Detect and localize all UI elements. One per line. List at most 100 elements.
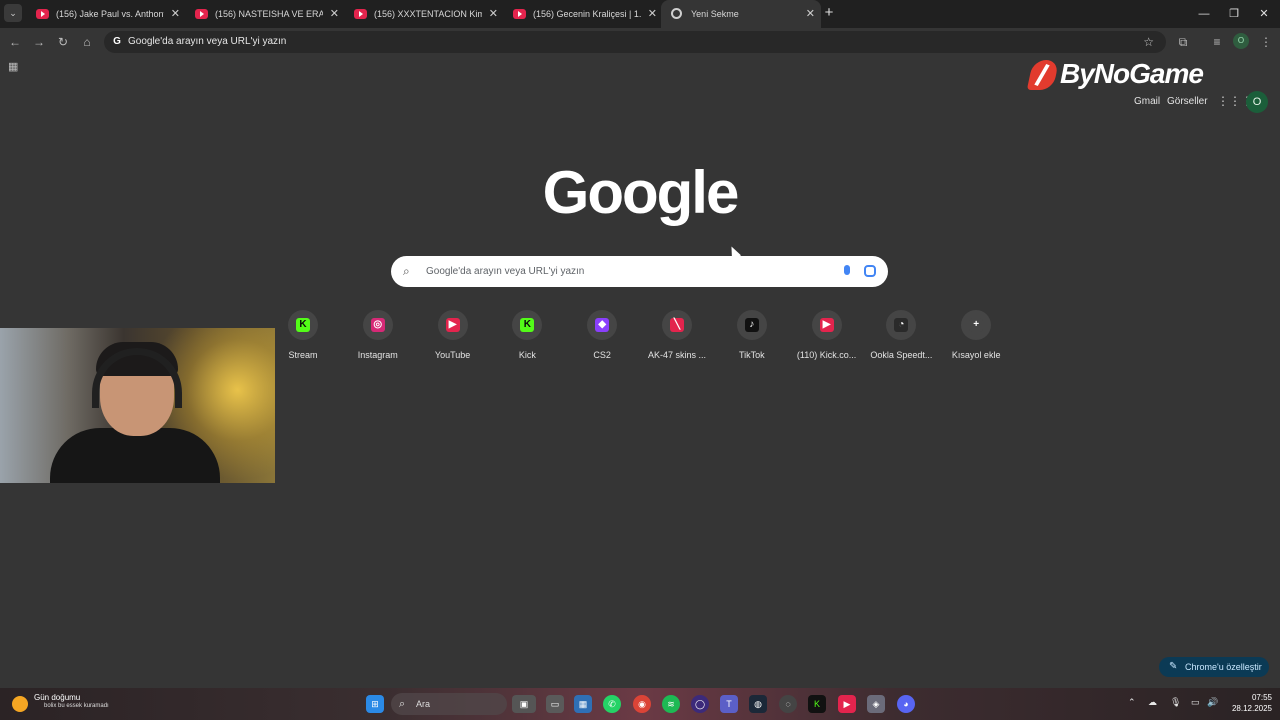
customize-chrome-button[interactable]: ✎ Chrome'u özelleştir (1159, 657, 1269, 677)
weather-icon[interactable] (12, 696, 28, 712)
search-box[interactable]: ⌕ Google'da arayın veya URL'yi yazın (391, 256, 888, 287)
shortcut-label: Stream (288, 350, 318, 360)
shortcut-tile[interactable]: K Stream (266, 310, 340, 360)
close-icon[interactable]: ✕ (806, 0, 815, 28)
shortcut-icon-circle: ◎ (362, 310, 393, 340)
voice-search-icon[interactable] (844, 265, 850, 275)
shortcut-tile[interactable]: ╲ AK-47 skins ... (640, 310, 714, 360)
tab-title: (156) Jake Paul vs. Anthony Joshua (56, 9, 164, 19)
bookmark-star-icon[interactable]: ☆ (1143, 31, 1154, 53)
shortcut-icon-circle: ♪ (736, 310, 767, 340)
app-icon[interactable]: ◈ (867, 695, 885, 713)
pencil-icon: ✎ (1169, 661, 1178, 672)
close-icon[interactable]: ✕ (330, 0, 339, 28)
shortcut-icon-circle: ◔ (886, 310, 917, 340)
home-button[interactable]: ⌂ (78, 33, 96, 51)
youtube-icon: ▶ (819, 318, 834, 332)
youtube-icon (354, 9, 367, 19)
shortcut-icon-circle: ◆ (587, 310, 618, 340)
weather-title: Gün doğumu (34, 693, 81, 702)
close-icon[interactable]: ✕ (489, 0, 498, 28)
media-control-icon[interactable]: ≡ (1208, 33, 1226, 51)
search-placeholder: Google'da arayın veya URL'yi yazın (426, 266, 585, 277)
close-icon[interactable]: ✕ (648, 0, 657, 28)
widgets-icon[interactable]: ▣ (512, 695, 536, 713)
shortcut-icon-circle: K (288, 310, 318, 340)
shortcut-tile[interactable]: ◆ CS2 (565, 310, 639, 360)
tab-search-button[interactable]: ⌄ (4, 4, 22, 22)
shortcut-icon-circle: ▶ (811, 310, 842, 340)
images-link[interactable]: Görseller (1167, 96, 1208, 107)
ak47-icon: ╲ (670, 318, 684, 332)
restore-button[interactable]: ❐ (1218, 0, 1250, 28)
shortcut-label: YouTube (434, 350, 471, 360)
apps-shortcut-icon[interactable]: ▦ (8, 61, 20, 73)
youtube-icon (36, 9, 49, 19)
chrome-icon[interactable]: ◉ (633, 695, 651, 713)
profile-avatar-small[interactable]: O (1233, 33, 1249, 49)
tab-title: Yeni Sekme (691, 9, 739, 19)
store-icon[interactable]: ▦ (574, 695, 592, 713)
tray-app-icon[interactable]: ☁ (1148, 697, 1157, 708)
steam-icon[interactable]: ◍ (749, 695, 767, 713)
shortcut-tile[interactable]: ◔ Ookla Speedt... (864, 310, 938, 360)
shortcut-label: AK-47 skins ... (647, 350, 707, 360)
tab-title: (156) Gecenin Kraliçesi | 1. Bölüm (533, 9, 641, 19)
gmail-link[interactable]: Gmail (1134, 96, 1160, 107)
minimize-button[interactable]: — (1188, 0, 1220, 28)
spotify-icon[interactable]: ≋ (662, 695, 680, 713)
volume-icon[interactable]: 🔊 (1207, 697, 1218, 708)
taskbar-search[interactable]: ⌕ Ara (391, 693, 507, 715)
teams-icon[interactable]: T (720, 695, 738, 713)
shortcut-label: CS2 (593, 350, 611, 360)
shortcut-tile[interactable]: ▶ YouTube (416, 310, 490, 360)
file-icon[interactable]: ▭ (546, 695, 564, 713)
tab-2[interactable]: (156) NASTEISHA VE ERA7CAPONE ✕ (185, 0, 345, 28)
close-icon[interactable]: ✕ (171, 0, 180, 28)
shortcut-icon-circle: K (512, 310, 543, 340)
kick-icon[interactable]: K (808, 695, 826, 713)
tab-strip: ⌄ (156) Jake Paul vs. Anthony Joshua ✕ (… (0, 0, 1280, 28)
omnibox-text: Google'da arayın veya URL'yi yazın (128, 36, 287, 47)
discord-icon[interactable]: ◕ (897, 695, 915, 713)
profile-avatar[interactable]: O (1246, 91, 1268, 113)
forward-button[interactable]: → (30, 33, 48, 51)
menu-icon[interactable]: ⋮ (1257, 33, 1275, 51)
back-button[interactable]: ← (6, 33, 24, 51)
taskbar-search-label: Ara (416, 699, 431, 709)
app-icon[interactable]: ◌ (779, 695, 797, 713)
shortcut-tile[interactable]: K Kick (490, 310, 564, 360)
shortcut-tile[interactable]: ♪ TikTok (715, 310, 789, 360)
tab-title: (156) NASTEISHA VE ERA7CAPONE (215, 9, 323, 19)
start-button-icon[interactable]: ⊞ (366, 695, 384, 713)
shortcut-icon-circle: + (961, 310, 992, 340)
shortcut-icon-circle: ▶ (437, 310, 468, 340)
microphone-icon[interactable]: 🎙 (1170, 697, 1181, 708)
youtube-icon: ▶ (445, 318, 460, 332)
google-lens-icon[interactable] (864, 265, 876, 277)
google-logo: Google (542, 159, 740, 226)
tab-1[interactable]: (156) Jake Paul vs. Anthony Joshua ✕ (26, 0, 186, 28)
omnibox[interactable]: G Google'da arayın veya URL'yi yazın ☆ (104, 31, 1166, 53)
extensions-icon[interactable]: ⧉ (1174, 33, 1192, 51)
close-window-button[interactable]: ✕ (1248, 0, 1280, 28)
google-g-icon: G (113, 36, 121, 47)
new-tab-button[interactable]: + (820, 4, 838, 22)
shortcut-icon-circle: ╲ (662, 310, 692, 340)
network-icon[interactable]: ▭ (1191, 697, 1200, 708)
chevron-up-icon[interactable]: ⌃ (1128, 697, 1136, 708)
tab-4[interactable]: (156) Gecenin Kraliçesi | 1. Bölüm ✕ (503, 0, 663, 28)
clock[interactable]: 07:55 28.12.2025 (1226, 692, 1272, 714)
chrome-icon (671, 8, 682, 19)
cs2-icon: ◆ (595, 318, 610, 332)
shortcut-tile[interactable]: + Kısayol ekle (939, 310, 1013, 360)
tab-3[interactable]: (156) XXXTENTACION Kim ? / X ✕ (344, 0, 504, 28)
app-icon[interactable]: ◯ (691, 695, 709, 713)
clock-time: 07:55 (1251, 693, 1272, 702)
reload-button[interactable]: ↻ (54, 33, 72, 51)
tab-5-active[interactable]: Yeni Sekme ✕ (661, 0, 821, 28)
shortcut-tile[interactable]: ◎ Instagram (341, 310, 415, 360)
youtube-icon[interactable]: ▶ (838, 695, 856, 713)
whatsapp-icon[interactable]: ✆ (603, 695, 621, 713)
shortcut-tile[interactable]: ▶ (110) Kick.co... (790, 310, 864, 360)
